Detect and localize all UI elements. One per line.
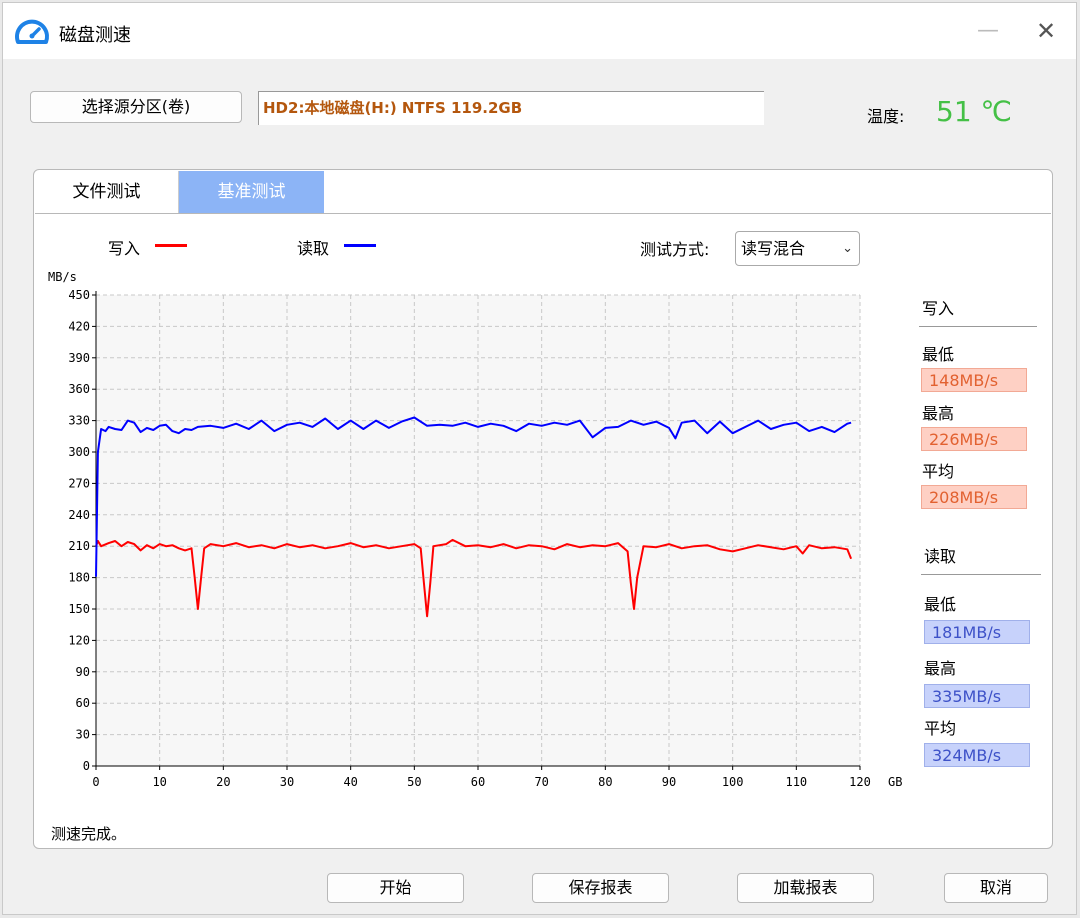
cancel-button[interactable]: 取消	[944, 873, 1048, 903]
write-max-label: 最高	[922, 404, 955, 423]
y-axis-label: MB/s	[48, 270, 77, 284]
x-tick-label: 100	[722, 775, 744, 789]
tab-strip: 文件测试 基准测试	[35, 171, 1051, 214]
read-stats-separator	[921, 574, 1041, 575]
x-tick-label: 20	[216, 775, 230, 789]
read-max-value: 335MB/s	[924, 684, 1030, 708]
save-report-button[interactable]: 保存报表	[532, 873, 669, 903]
y-tick-label: 120	[68, 633, 90, 647]
legend-write-swatch	[155, 244, 187, 247]
read-min-label: 最低	[924, 595, 957, 614]
load-report-button[interactable]: 加载报表	[737, 873, 874, 903]
x-tick-label: 50	[407, 775, 421, 789]
x-tick-label: 0	[92, 775, 99, 789]
select-source-partition-button[interactable]: 选择源分区(卷)	[30, 91, 242, 123]
chevron-down-icon: ⌄	[842, 241, 853, 256]
write-max-value: 226MB/s	[921, 427, 1027, 451]
y-tick-label: 300	[68, 445, 90, 459]
x-tick-label: 30	[280, 775, 294, 789]
write-avg-value: 208MB/s	[921, 485, 1027, 509]
y-tick-label: 0	[83, 759, 90, 773]
write-stats-separator	[919, 326, 1037, 327]
y-tick-label: 450	[68, 288, 90, 302]
x-tick-label: 60	[471, 775, 485, 789]
speed-chart: 0306090120150180210240270300330360390420…	[48, 270, 902, 789]
y-tick-label: 210	[68, 539, 90, 553]
test-mode-select[interactable]: 读写混合 ⌄	[735, 231, 860, 266]
tab-benchmark-test[interactable]: 基准测试	[179, 171, 324, 213]
write-avg-label: 平均	[922, 462, 955, 481]
read-avg-value: 324MB/s	[924, 743, 1030, 767]
y-tick-label: 60	[76, 696, 90, 710]
x-tick-label: 40	[343, 775, 357, 789]
write-min-value: 148MB/s	[921, 368, 1027, 392]
title-bar: 磁盘测速 — ✕	[3, 3, 1076, 59]
y-tick-label: 390	[68, 351, 90, 365]
y-tick-label: 90	[76, 665, 90, 679]
read-max-label: 最高	[924, 659, 957, 678]
y-tick-label: 330	[68, 414, 90, 428]
drive-info-field[interactable]: HD2:本地磁盘(H:) NTFS 119.2GB	[258, 91, 764, 125]
x-tick-label: 80	[598, 775, 612, 789]
read-avg-label: 平均	[924, 719, 957, 738]
write-stats-title: 写入	[922, 299, 955, 318]
y-tick-label: 180	[68, 571, 90, 585]
read-stats-title: 读取	[924, 547, 957, 566]
x-tick-label: 110	[785, 775, 807, 789]
start-button[interactable]: 开始	[327, 873, 464, 903]
y-tick-label: 240	[68, 508, 90, 522]
test-mode-value: 读写混合	[741, 239, 806, 258]
x-axis-label: GB	[888, 775, 902, 789]
legend-read-swatch	[344, 244, 376, 247]
close-button[interactable]: ✕	[1031, 15, 1061, 47]
minimize-button[interactable]: —	[973, 15, 1003, 47]
disk-speed-window: 磁盘测速 — ✕ 选择源分区(卷) HD2:本地磁盘(H:) NTFS 119.…	[2, 2, 1077, 915]
test-mode-label: 测试方式:	[640, 240, 710, 259]
x-tick-label: 90	[662, 775, 676, 789]
tab-file-test[interactable]: 文件测试	[35, 171, 179, 213]
write-min-label: 最低	[922, 345, 955, 364]
x-tick-label: 120	[849, 775, 871, 789]
y-tick-label: 270	[68, 476, 90, 490]
y-tick-label: 420	[68, 319, 90, 333]
temperature-label: 温度:	[867, 107, 905, 126]
speedometer-icon	[15, 19, 49, 44]
read-min-value: 181MB/s	[924, 620, 1030, 644]
status-text: 测速完成。	[51, 825, 127, 843]
y-tick-label: 30	[76, 728, 90, 742]
legend-read-label: 读取	[297, 239, 330, 258]
y-tick-label: 360	[68, 382, 90, 396]
legend-write-label: 写入	[108, 239, 141, 258]
temperature-value: 51 ℃	[936, 95, 1012, 128]
x-tick-label: 70	[534, 775, 548, 789]
x-tick-label: 10	[152, 775, 166, 789]
y-tick-label: 150	[68, 602, 90, 616]
window-title: 磁盘测速	[59, 25, 131, 46]
